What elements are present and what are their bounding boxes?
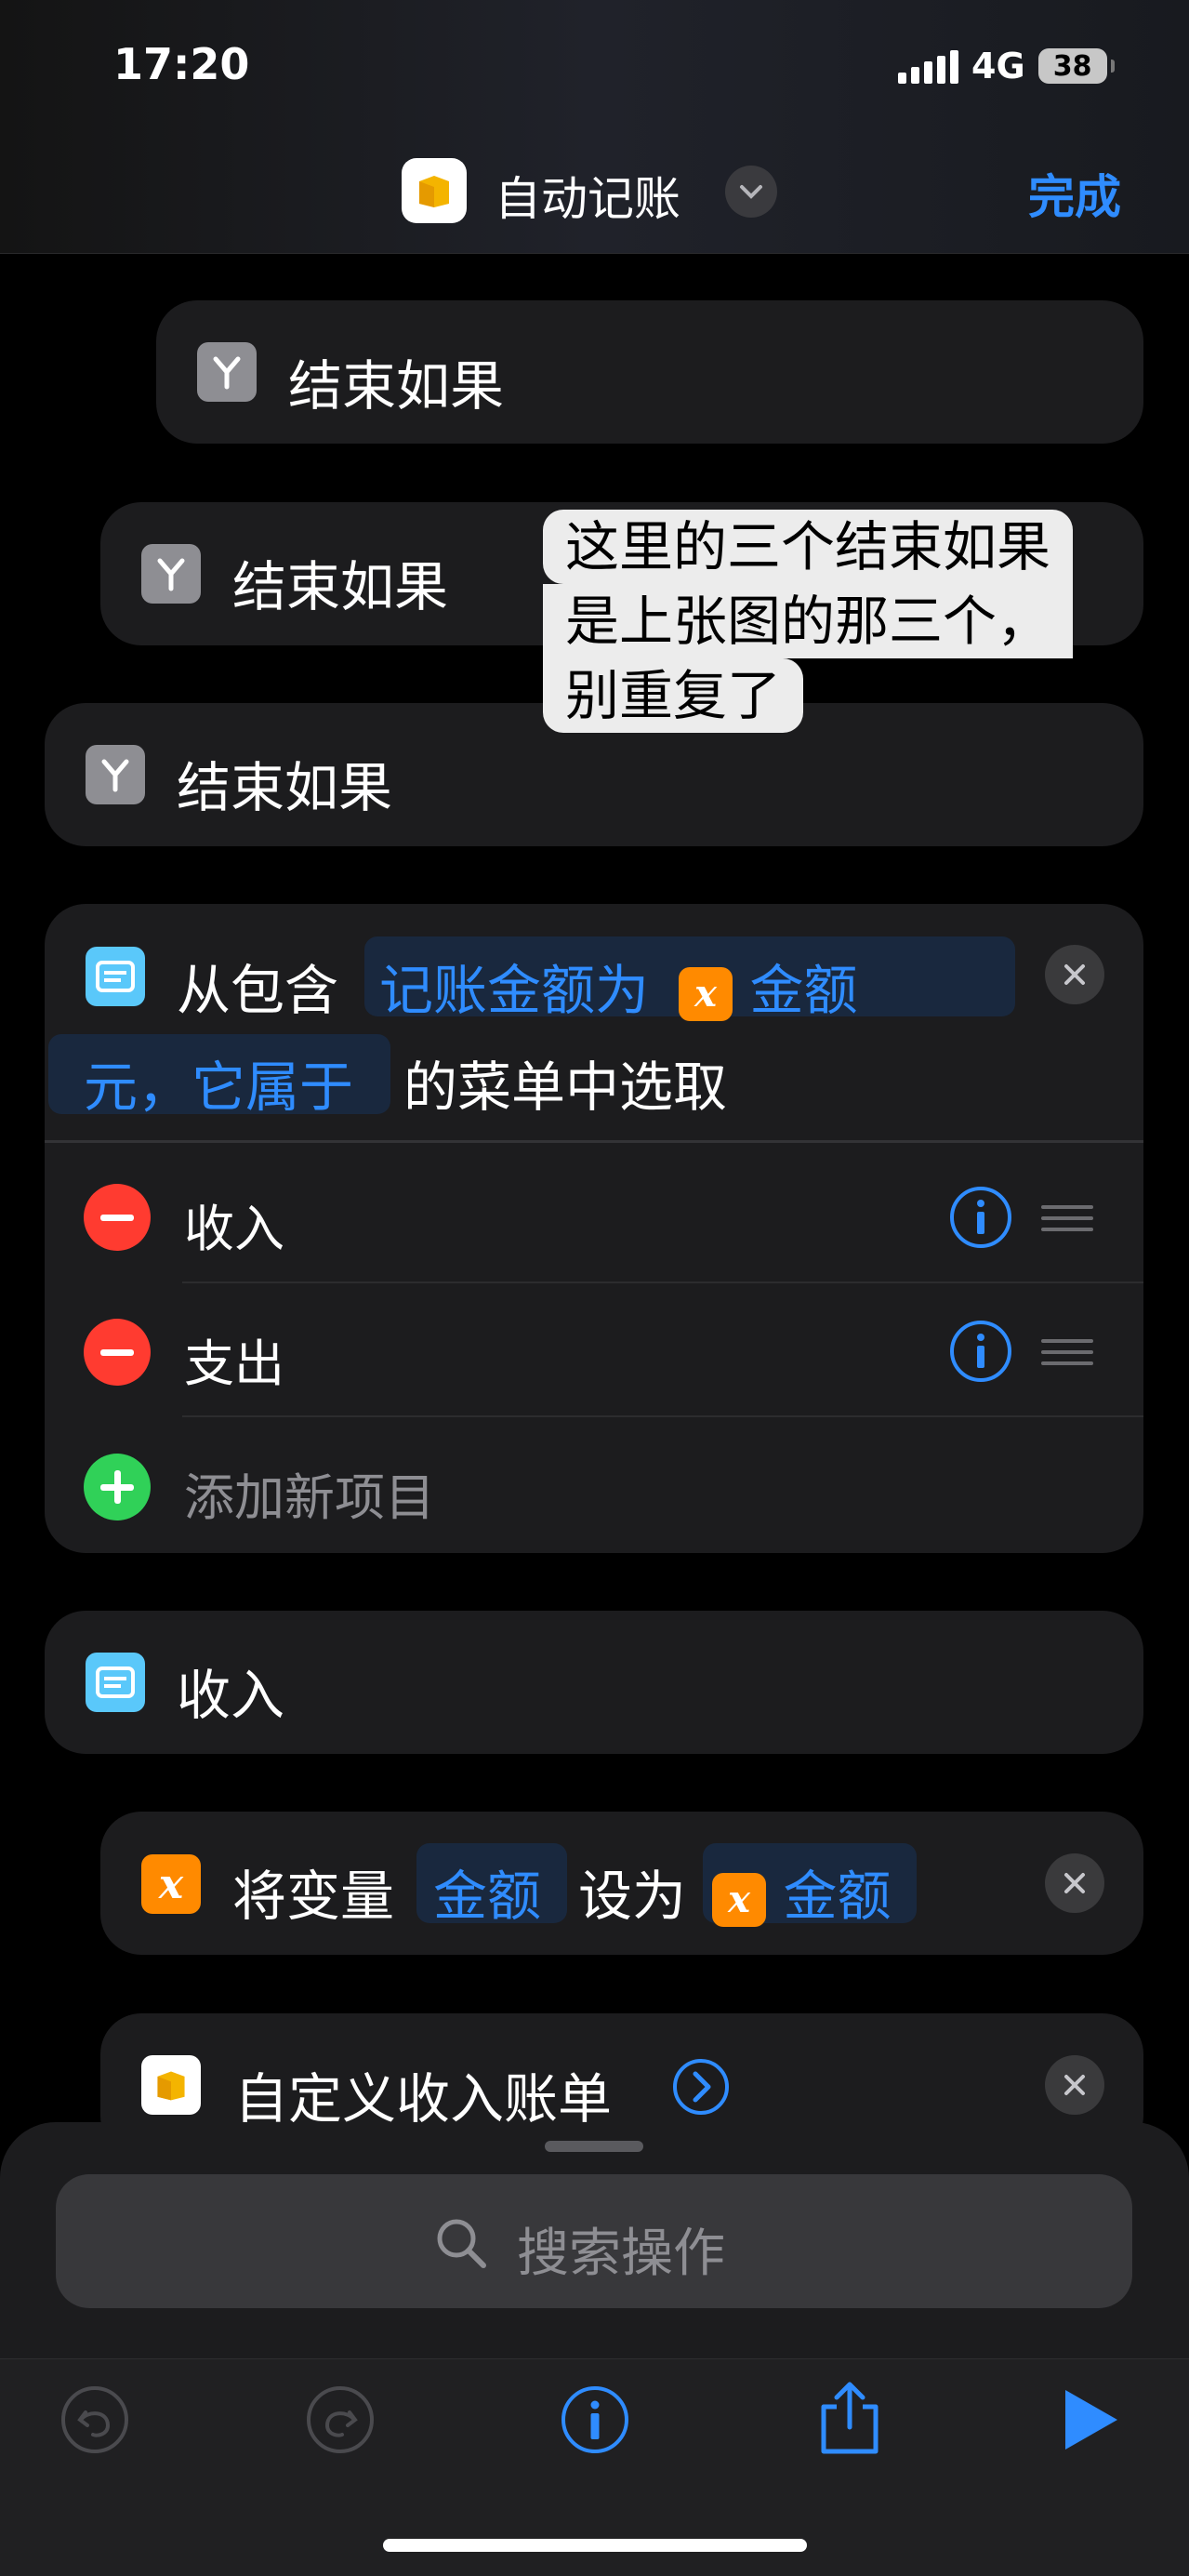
info-icon[interactable] bbox=[560, 2384, 630, 2459]
menu-case-label: 收入 bbox=[177, 1664, 285, 1727]
menu-item-label[interactable]: 收入 bbox=[184, 1188, 284, 1261]
remove-action-icon[interactable] bbox=[1045, 2055, 1104, 2115]
done-button[interactable]: 完成 bbox=[1028, 160, 1121, 227]
chevron-right-circle-icon[interactable] bbox=[671, 2057, 731, 2120]
choose-menu-prefix: 从包含 bbox=[177, 959, 339, 1022]
shortcut-app-icon[interactable] bbox=[402, 158, 467, 223]
annotation-line-3: 别重复了 bbox=[543, 658, 804, 733]
battery-level: 38 bbox=[1052, 49, 1092, 83]
status-indicators: 4G 38 bbox=[898, 43, 1115, 89]
play-icon[interactable] bbox=[1060, 2386, 1121, 2457]
set-variable-middle: 设为 bbox=[578, 1865, 687, 1928]
divider bbox=[182, 1281, 1143, 1283]
search-icon bbox=[433, 2215, 489, 2275]
reorder-handle-icon[interactable] bbox=[1041, 1339, 1093, 1365]
branch-icon bbox=[197, 342, 257, 402]
divider bbox=[182, 1415, 1143, 1417]
set-variable-prefix: 将变量 bbox=[232, 1865, 395, 1928]
reorder-handle-icon[interactable] bbox=[1041, 1205, 1093, 1231]
remove-action-icon[interactable] bbox=[1045, 1853, 1104, 1913]
delete-item-icon[interactable] bbox=[84, 1319, 151, 1386]
variable-x-icon: x bbox=[679, 966, 733, 1021]
add-item-icon[interactable] bbox=[84, 1454, 151, 1520]
signal-icon bbox=[898, 48, 958, 84]
shortcut-title[interactable]: 自动记账 bbox=[495, 162, 680, 229]
variable-value: x 金额 bbox=[712, 1852, 891, 1931]
choose-menu-suffix: 的菜单中选取 bbox=[403, 1056, 728, 1119]
end-if-label: 结束如果 bbox=[288, 354, 505, 418]
branch-icon bbox=[141, 544, 201, 604]
menu-icon bbox=[86, 947, 145, 1006]
branch-icon bbox=[86, 745, 145, 804]
info-icon[interactable] bbox=[948, 1185, 1013, 1254]
menu-item-label[interactable]: 支出 bbox=[184, 1322, 284, 1396]
end-if-label: 结束如果 bbox=[177, 756, 393, 819]
prompt-variable-name: 金额 bbox=[749, 959, 858, 1022]
annotation-line-1: 这里的三个结束如果 bbox=[543, 510, 1074, 584]
info-icon[interactable] bbox=[948, 1319, 1013, 1388]
share-icon[interactable] bbox=[814, 2379, 885, 2461]
status-time: 17:20 bbox=[113, 39, 250, 89]
search-placeholder: 搜索操作 bbox=[517, 2224, 725, 2284]
menu-prompt-text-2: 元，它属于 bbox=[84, 1056, 354, 1119]
variable-name: 金额 bbox=[433, 1865, 542, 1928]
redo-icon[interactable] bbox=[305, 2384, 376, 2459]
prompt-variable[interactable]: x 金额 bbox=[679, 947, 857, 1025]
sheet-grabber[interactable] bbox=[545, 2141, 643, 2152]
annotation-line-2: 是上张图的那三个， bbox=[543, 584, 1074, 658]
network-type: 4G bbox=[971, 46, 1025, 86]
menu-prompt-text-1: 记账金额为 bbox=[379, 959, 650, 1022]
remove-action-icon[interactable] bbox=[1045, 945, 1104, 1004]
end-if-label: 结束如果 bbox=[232, 555, 449, 618]
variable-x-icon: x bbox=[712, 1872, 766, 1927]
battery-icon: 38 bbox=[1037, 48, 1115, 84]
menu-icon bbox=[86, 1653, 145, 1712]
variable-value-name: 金额 bbox=[783, 1865, 892, 1928]
shortcut-app-icon bbox=[141, 2055, 201, 2115]
divider bbox=[45, 1140, 1143, 1143]
variable-x-icon: x bbox=[141, 1854, 201, 1914]
add-new-item-button[interactable]: 添加新项目 bbox=[184, 1456, 435, 1530]
delete-item-icon[interactable] bbox=[84, 1184, 151, 1251]
undo-icon[interactable] bbox=[59, 2384, 130, 2459]
chevron-down-icon[interactable] bbox=[725, 166, 777, 218]
home-indicator bbox=[383, 2539, 807, 2552]
